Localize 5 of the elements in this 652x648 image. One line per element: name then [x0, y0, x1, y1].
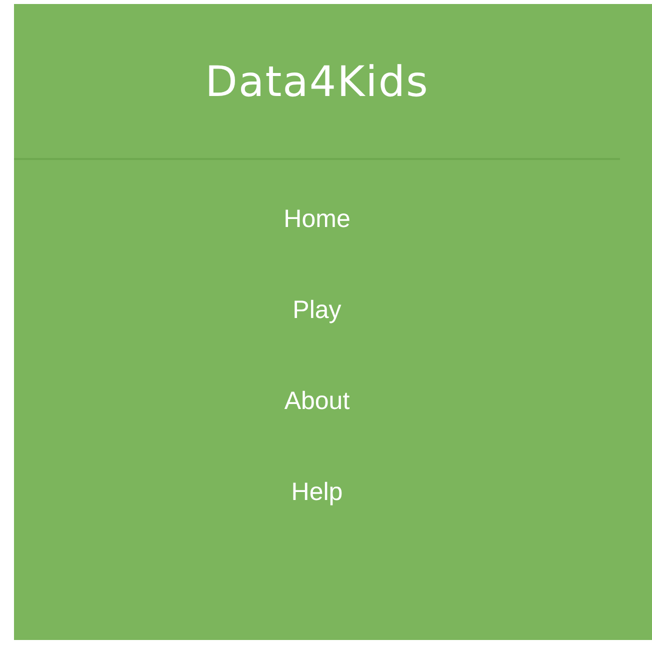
nav-link[interactable]: Home: [284, 205, 350, 234]
nav-link[interactable]: About: [284, 387, 350, 416]
nav-link[interactable]: Play: [292, 296, 342, 325]
site-title: Data4Kids: [205, 56, 429, 106]
nav-link[interactable]: Help: [291, 478, 343, 507]
